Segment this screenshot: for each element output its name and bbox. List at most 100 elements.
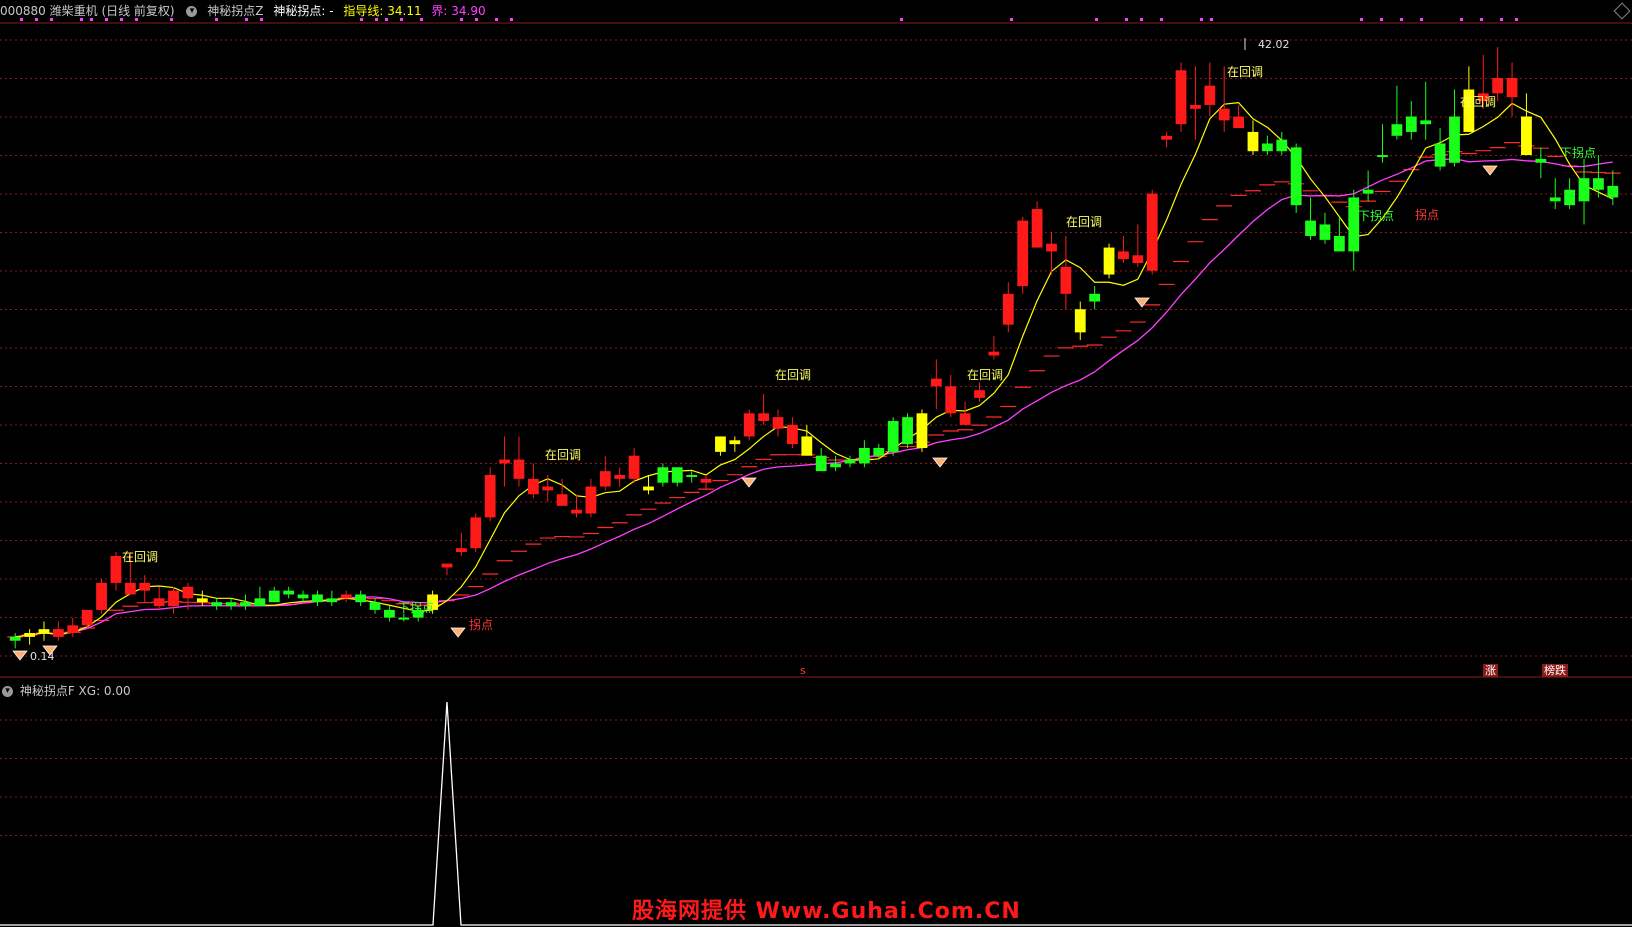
xg-signal-line bbox=[0, 701, 1632, 926]
candle-body bbox=[959, 413, 971, 425]
signal-dot bbox=[1500, 18, 1503, 21]
signal-dot bbox=[460, 18, 463, 21]
candle-body bbox=[240, 602, 251, 607]
candle-body bbox=[700, 478, 712, 483]
diamond-icon bbox=[450, 627, 466, 638]
down-turn-label: 下拐点 bbox=[398, 600, 434, 615]
candle-body bbox=[513, 459, 525, 479]
signal-dot bbox=[1200, 18, 1203, 21]
candle-body bbox=[1377, 155, 1388, 158]
candle-body bbox=[1175, 70, 1187, 125]
candle-body bbox=[1348, 197, 1360, 252]
candle-body bbox=[1593, 178, 1604, 190]
candle-body bbox=[527, 478, 539, 495]
signal-dot bbox=[90, 18, 93, 21]
signal-dot bbox=[1380, 18, 1383, 21]
tag-fall: 榜跌 bbox=[1542, 664, 1568, 677]
signal-dot bbox=[900, 18, 903, 21]
candle-body bbox=[1420, 120, 1432, 125]
down-turn-label: 下拐点 bbox=[1560, 145, 1596, 160]
candle-body bbox=[67, 625, 79, 634]
candle-body bbox=[52, 629, 64, 637]
candle-body bbox=[830, 463, 841, 468]
signal-dot bbox=[35, 18, 38, 21]
candle-body bbox=[1319, 224, 1331, 240]
candle-body bbox=[743, 413, 755, 437]
ma-yellow-line bbox=[15, 102, 1614, 638]
candle-body bbox=[1492, 77, 1504, 94]
signal-dot bbox=[80, 18, 83, 21]
candle-body bbox=[225, 602, 237, 607]
price-high-label: 42.02 bbox=[1258, 38, 1290, 51]
candle-body bbox=[9, 636, 21, 641]
signal-dot bbox=[1095, 18, 1098, 21]
signal-dot bbox=[1515, 18, 1518, 21]
candle-body bbox=[671, 467, 683, 483]
candle-body bbox=[484, 474, 496, 518]
candle-body bbox=[268, 590, 280, 603]
candle-body bbox=[988, 351, 1000, 356]
signal-dot bbox=[245, 18, 248, 21]
signal-dot bbox=[495, 18, 498, 21]
candle-body bbox=[369, 602, 381, 610]
tag-s: s bbox=[800, 664, 806, 677]
candle-body bbox=[585, 486, 597, 514]
candle-body bbox=[614, 474, 626, 479]
candle-body bbox=[1103, 247, 1115, 275]
candle-body bbox=[729, 440, 741, 445]
callback-label: 在回调 bbox=[545, 448, 581, 462]
callback-label: 在回调 bbox=[967, 368, 1003, 382]
candle-body bbox=[657, 467, 669, 483]
candle-body bbox=[1031, 209, 1043, 248]
candle-body bbox=[844, 459, 856, 464]
callback-label: 在回调 bbox=[1460, 95, 1496, 109]
signal-dot bbox=[50, 18, 53, 21]
signal-dot bbox=[1140, 18, 1143, 21]
signal-dot bbox=[1400, 18, 1403, 21]
signal-dot bbox=[1460, 18, 1463, 21]
candle-body bbox=[945, 386, 957, 414]
candle-body bbox=[1405, 116, 1417, 132]
candle-body bbox=[110, 555, 122, 583]
candle-body bbox=[1161, 135, 1173, 140]
candle-body bbox=[916, 413, 928, 448]
candle-body bbox=[455, 548, 467, 553]
candle-body bbox=[1506, 77, 1518, 98]
diamond-icon bbox=[1134, 297, 1150, 308]
signal-dot bbox=[1360, 18, 1363, 21]
candle-body bbox=[1190, 104, 1201, 109]
main-price-chart: 在回调在回调在回调 在回调在回调在回调在回调下拐点下拐点下拐点拐点拐点42.020… bbox=[0, 18, 1632, 678]
candle-body bbox=[787, 424, 798, 445]
candle-body bbox=[801, 436, 813, 456]
signal-dot bbox=[420, 18, 423, 21]
candle-body bbox=[340, 594, 352, 599]
watermark: 股海网提供 Www.Guhai.Com.CN bbox=[632, 899, 1021, 924]
candle-body bbox=[1002, 293, 1014, 325]
candle-body bbox=[139, 582, 151, 591]
candle-body bbox=[153, 598, 165, 607]
tag-rise: 涨 bbox=[1483, 664, 1498, 677]
candle-body bbox=[556, 494, 568, 506]
candle-body bbox=[599, 471, 611, 487]
candle-body bbox=[815, 455, 827, 472]
candle-body bbox=[1607, 185, 1619, 198]
candle-body bbox=[1118, 251, 1129, 260]
callback-label: 在回调 bbox=[1227, 65, 1263, 79]
ma-magenta-line bbox=[15, 158, 1613, 638]
candle-body bbox=[1146, 193, 1158, 271]
signal-dot bbox=[1420, 18, 1423, 21]
signal-dot bbox=[475, 18, 478, 21]
candle-body bbox=[686, 474, 698, 477]
candle-body bbox=[1218, 108, 1230, 121]
signal-dot bbox=[1125, 18, 1128, 21]
candle-body bbox=[902, 417, 913, 445]
candle-body bbox=[283, 590, 295, 595]
candle-body bbox=[1434, 143, 1446, 167]
candle-body bbox=[1233, 116, 1244, 129]
candle-body bbox=[355, 594, 367, 603]
candle-body bbox=[715, 436, 726, 452]
candle-body bbox=[499, 459, 510, 464]
candle-body bbox=[124, 582, 136, 595]
candle-body bbox=[196, 598, 208, 603]
candle-body bbox=[1578, 178, 1590, 202]
